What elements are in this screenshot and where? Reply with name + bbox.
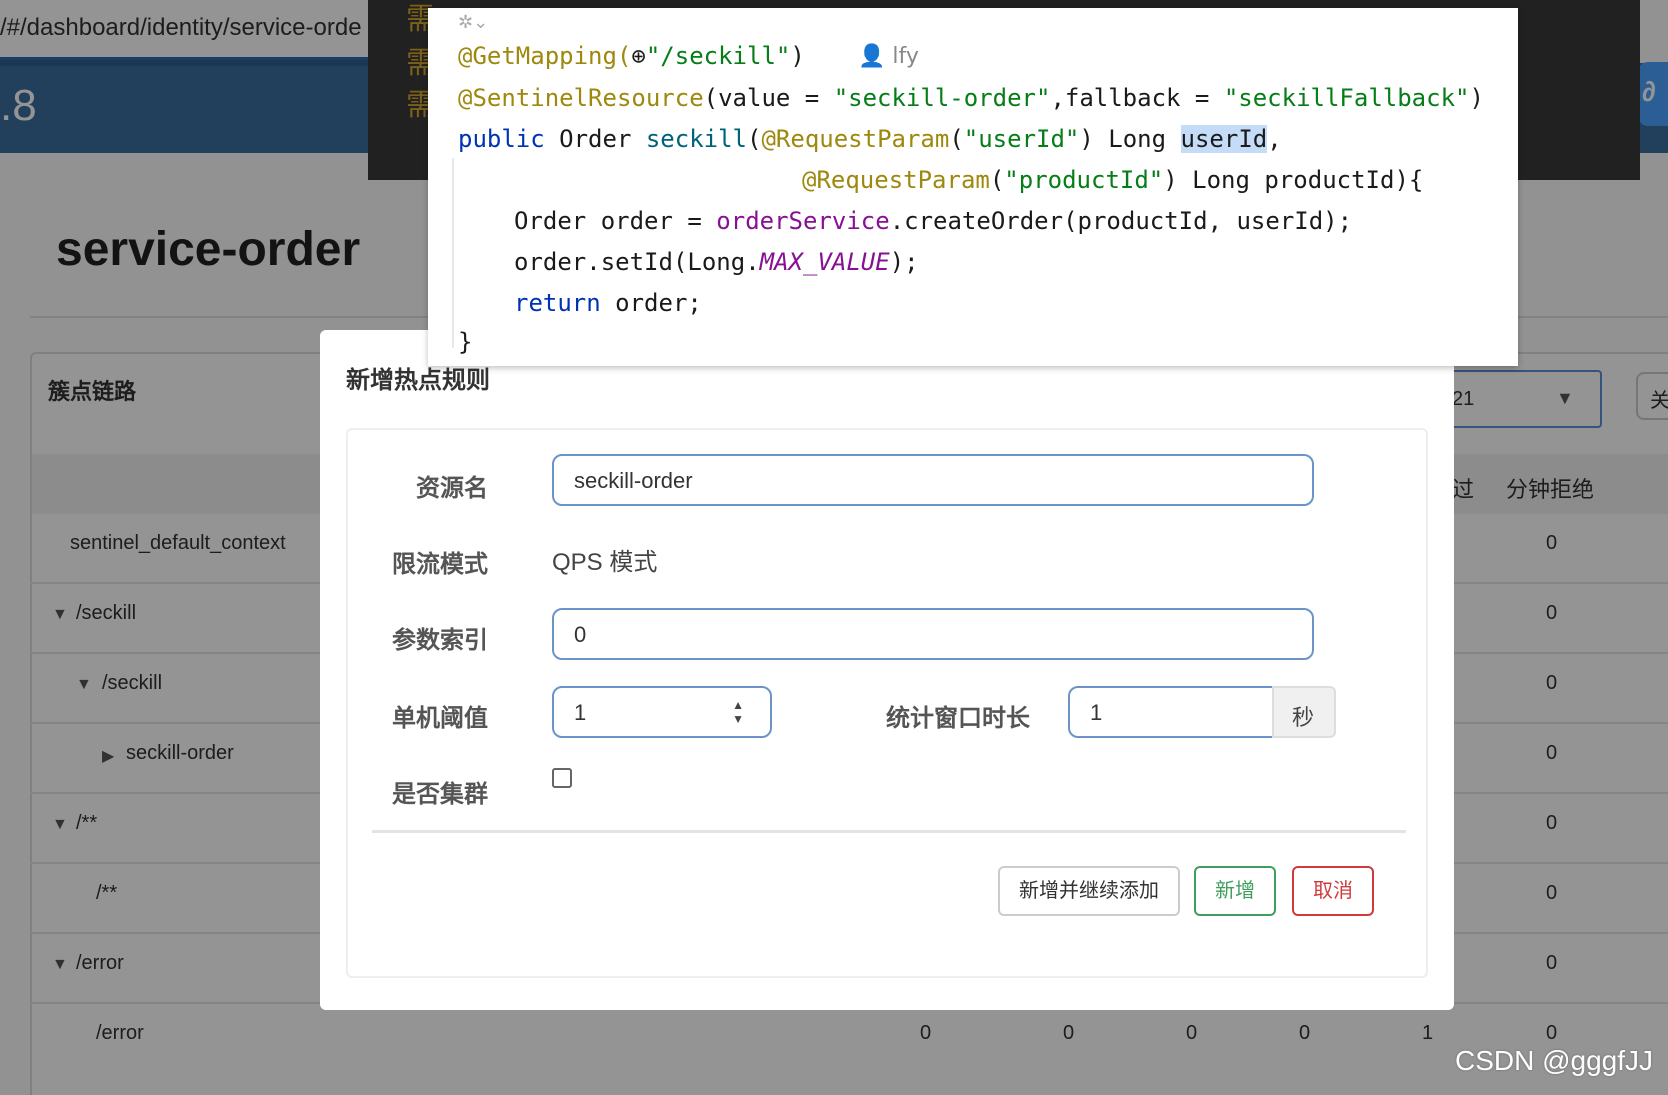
param-index-value: 0: [574, 622, 587, 647]
globe-icon: ⊕: [631, 42, 646, 70]
code-line: public Order seckill(@RequestParam("user…: [458, 125, 1282, 153]
window-unit-addon: 秒: [1272, 686, 1336, 738]
code-line: @GetMapping(⊕"/seckill"): [458, 42, 805, 70]
window-duration-value: 1: [1090, 700, 1103, 725]
resource-name-input[interactable]: seckill-order: [552, 454, 1314, 506]
threshold-stepper[interactable]: 1 ▲ ▼: [552, 686, 772, 738]
window-unit: 秒: [1292, 705, 1315, 730]
code-snippet-popup: ✲⌄ @GetMapping(⊕"/seckill") 👤 lfy @Senti…: [428, 8, 1518, 366]
threshold-label: 单机阈值: [392, 705, 488, 732]
window-duration-input[interactable]: 1: [1068, 686, 1274, 738]
param-index-input[interactable]: 0: [552, 608, 1314, 660]
watermark: CSDN @gggfJJ: [1455, 1045, 1654, 1076]
hotspot-rule-dialog: 新增热点规则 资源名 seckill-order 限流模式 QPS 模式 参数索…: [320, 330, 1454, 1010]
threshold-value: 1: [574, 700, 587, 725]
code-line: @SentinelResource(value = "seckill-order…: [458, 84, 1484, 112]
footer-divider: [372, 830, 1406, 833]
cluster-label: 是否集群: [392, 781, 488, 808]
add-button[interactable]: 新增: [1194, 866, 1276, 916]
code-line: Order order = orderService.createOrder(p…: [514, 207, 1353, 235]
param-index-label: 参数索引: [392, 627, 488, 654]
cancel-button[interactable]: 取消: [1292, 866, 1374, 916]
ai-assistant-icon[interactable]: ✲⌄: [458, 12, 488, 33]
add-and-continue-button[interactable]: 新增并继续添加: [998, 866, 1180, 916]
resource-name-value: seckill-order: [574, 468, 693, 493]
limit-mode-value: QPS 模式: [552, 549, 658, 576]
indent-guide: [452, 158, 454, 348]
spinner-arrows-icon[interactable]: ▲ ▼: [732, 698, 744, 726]
code-line: @RequestParam("productId") Long productI…: [802, 166, 1424, 194]
code-line: order.setId(Long.MAX_VALUE);: [514, 248, 919, 276]
resource-name-label: 资源名: [416, 475, 488, 502]
limit-mode-label: 限流模式: [392, 551, 488, 578]
author-label: 👤 lfy: [858, 44, 919, 69]
code-line: }: [458, 328, 473, 356]
code-line: return order;: [514, 289, 702, 317]
dialog-form: 资源名 seckill-order 限流模式 QPS 模式 参数索引 0 单机阈…: [346, 428, 1428, 978]
window-duration-label: 统计窗口时长: [886, 705, 1030, 732]
cluster-checkbox[interactable]: [552, 768, 572, 788]
